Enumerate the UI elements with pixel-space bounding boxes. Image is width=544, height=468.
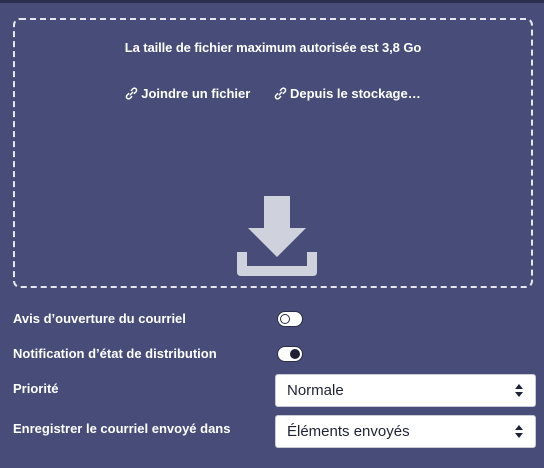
delivery-notification-label: Notification d’état de distribution [13,346,217,361]
max-file-size-text: La taille de fichier maximum autorisée e… [124,40,422,55]
priority-value: Normale [287,382,344,399]
top-divider [0,0,544,3]
read-receipt-toggle[interactable] [277,311,303,327]
from-storage-link[interactable]: Depuis le stockage… [274,86,421,101]
read-receipt-label: Avis d’ouverture du courriel [13,311,186,326]
priority-label: Priorité [13,381,59,396]
select-caret-icon [515,384,523,397]
download-icon [237,196,317,276]
save-sent-folder-value: Éléments envoyés [287,423,410,440]
toggle-knob [280,313,290,324]
toggle-knob [290,348,300,359]
link-icon [274,87,287,100]
save-sent-folder-select[interactable]: Éléments envoyés [275,415,536,448]
file-drop-zone[interactable]: La taille de fichier maximum autorisée e… [13,18,533,288]
from-storage-label: Depuis le stockage… [289,86,421,101]
attachment-links: Joindre un fichier Depuis le stockage… [15,86,531,101]
priority-select[interactable]: Normale [275,374,536,407]
link-icon [125,87,138,100]
attach-file-link[interactable]: Joindre un fichier [125,86,250,101]
delivery-notification-toggle[interactable] [277,346,303,362]
save-sent-label: Enregistrer le courriel envoyé dans [13,421,231,436]
attach-file-label: Joindre un fichier [141,86,251,101]
select-caret-icon [515,425,523,438]
